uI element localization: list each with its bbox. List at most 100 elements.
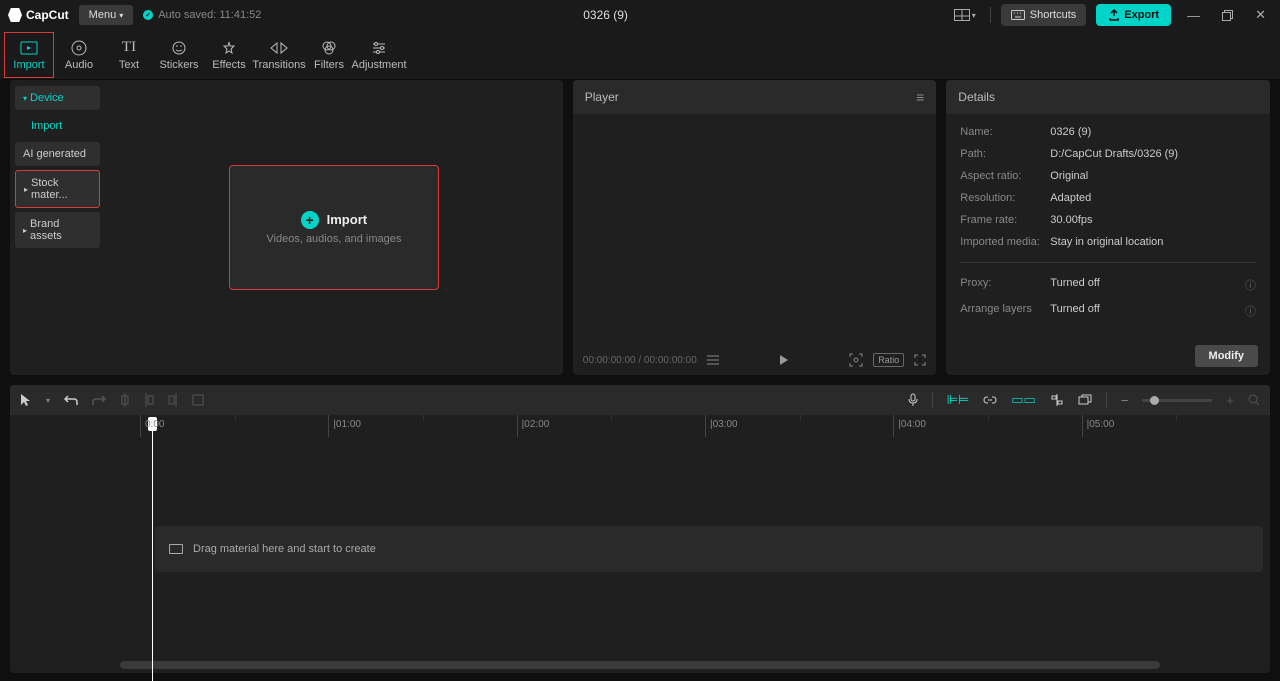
tab-import[interactable]: Import — [4, 32, 54, 78]
detail-aspect-value: Original — [1050, 170, 1256, 182]
export-icon — [1108, 9, 1120, 21]
info-icon[interactable]: ⓘ — [1245, 303, 1256, 319]
top-tabs: Import Audio TI Text Stickers Effects Tr… — [0, 30, 1280, 80]
details-panel: Details Name:0326 (9) Path:D:/CapCut Dra… — [946, 80, 1270, 375]
detail-arrange-value: Turned off — [1050, 303, 1245, 319]
player-panel: Player ≡ 00:00:00:00 / 00:00:00:00 Ratio — [573, 80, 937, 375]
hamburger-icon[interactable]: ≡ — [916, 89, 924, 105]
app-name: CapCut — [26, 8, 69, 22]
detail-aspect-label: Aspect ratio: — [960, 170, 1050, 182]
sidebar-item-brand-assets[interactable]: ▸Brand assets — [15, 212, 100, 248]
triangle-right-icon: ▸ — [23, 226, 27, 235]
menu-button[interactable]: Menu ▾ — [79, 5, 134, 25]
tab-effects[interactable]: Effects — [204, 32, 254, 78]
detail-framerate-label: Frame rate: — [960, 214, 1050, 226]
zoom-in-button[interactable]: + — [1226, 393, 1234, 408]
play-button[interactable] — [779, 354, 789, 366]
delete-tool[interactable] — [192, 394, 204, 406]
close-button[interactable]: ✕ — [1249, 3, 1272, 27]
player-controls: 00:00:00:00 / 00:00:00:00 Ratio — [573, 345, 937, 375]
shortcuts-button[interactable]: Shortcuts — [1001, 4, 1086, 26]
detail-framerate-value: 30.00fps — [1050, 214, 1256, 226]
media-drop-area: + Import Videos, audios, and images — [105, 80, 563, 375]
tab-audio[interactable]: Audio — [54, 32, 104, 78]
main-area: ▾Device Import AI generated ▸Stock mater… — [0, 80, 1280, 375]
detail-imported-label: Imported media: — [960, 236, 1050, 248]
logo-icon — [8, 8, 22, 22]
sidebar-item-device[interactable]: ▾Device — [15, 86, 100, 110]
export-button[interactable]: Export — [1096, 4, 1171, 26]
scan-icon[interactable] — [849, 353, 863, 367]
trim-left-tool[interactable] — [144, 393, 154, 407]
stickers-icon — [171, 39, 187, 57]
separator — [990, 7, 991, 23]
chevron-down-icon[interactable]: ▾ — [46, 396, 50, 405]
zoom-fit-icon[interactable] — [1248, 394, 1260, 406]
scrollbar-thumb[interactable] — [120, 661, 1160, 669]
autosave-status: Auto saved: 11:41:52 — [143, 9, 261, 21]
align-icon[interactable] — [1050, 394, 1064, 406]
sidebar-item-ai-generated[interactable]: AI generated — [15, 142, 100, 166]
detail-proxy-value: Turned off — [1050, 277, 1245, 293]
media-panel: ▾Device Import AI generated ▸Stock mater… — [10, 80, 563, 375]
triangle-down-icon: ▾ — [23, 94, 27, 103]
ratio-button[interactable]: Ratio — [873, 353, 904, 367]
split-tool[interactable] — [120, 393, 130, 407]
timeline-empty-track[interactable]: Drag material here and start to create — [155, 526, 1263, 572]
titlebar: CapCut Menu ▾ Auto saved: 11:41:52 0326 … — [0, 0, 1280, 30]
redo-button[interactable] — [92, 394, 106, 406]
minimize-button[interactable]: — — [1181, 4, 1206, 27]
preview-icon[interactable]: ▭▭ — [1011, 392, 1036, 408]
sidebar-item-stock-material[interactable]: ▸Stock mater... — [15, 170, 100, 208]
triangle-right-icon: ▸ — [24, 185, 28, 194]
info-icon[interactable]: ⓘ — [1245, 277, 1256, 293]
filters-icon — [321, 39, 337, 57]
timeline-panel: ▾ ⊫⊨ ▭▭ − + 0:00 |01:00 |02:00 |03:00 |0… — [10, 385, 1270, 673]
layout-button[interactable]: ▾ — [950, 5, 980, 25]
layers-icon[interactable] — [1078, 394, 1092, 406]
zoom-out-button[interactable]: − — [1121, 393, 1129, 408]
mic-icon[interactable] — [908, 393, 918, 407]
cursor-tool[interactable] — [20, 393, 32, 407]
ruler-mark: |01:00 — [328, 415, 516, 437]
tab-transitions[interactable]: Transitions — [254, 32, 304, 78]
trim-right-tool[interactable] — [168, 393, 178, 407]
detail-path-label: Path: — [960, 148, 1050, 160]
separator — [960, 262, 1256, 263]
details-header: Details — [946, 80, 1270, 114]
detail-name-value: 0326 (9) — [1050, 126, 1256, 138]
tab-stickers[interactable]: Stickers — [154, 32, 204, 78]
import-dropzone[interactable]: + Import Videos, audios, and images — [229, 165, 439, 290]
magnet-on-icon[interactable]: ⊫⊨ — [947, 392, 970, 408]
detail-arrange-label: Arrange layers — [960, 303, 1050, 319]
timeline-toolbar: ▾ ⊫⊨ ▭▭ − + — [10, 385, 1270, 415]
player-viewport — [573, 114, 937, 345]
tab-adjustment[interactable]: Adjustment — [354, 32, 404, 78]
tab-filters[interactable]: Filters — [304, 32, 354, 78]
timeline-tracks[interactable]: Drag material here and start to create — [10, 437, 1270, 661]
timeline-ruler[interactable]: 0:00 |01:00 |02:00 |03:00 |04:00 |05:00 — [10, 415, 1270, 437]
list-icon[interactable] — [707, 355, 719, 365]
plus-icon: + — [301, 211, 319, 229]
zoom-slider[interactable] — [1142, 399, 1212, 402]
tab-text[interactable]: TI Text — [104, 32, 154, 78]
chevron-down-icon: ▾ — [119, 11, 123, 20]
separator — [932, 392, 933, 408]
ruler-mark: |04:00 — [893, 415, 1081, 437]
ruler-mark: |03:00 — [705, 415, 893, 437]
detail-path-value: D:/CapCut Drafts/0326 (9) — [1050, 148, 1256, 160]
detail-proxy-label: Proxy: — [960, 277, 1050, 293]
undo-button[interactable] — [64, 394, 78, 406]
maximize-button[interactable] — [1216, 6, 1239, 25]
app-logo: CapCut — [8, 8, 69, 22]
ruler-mark: |02:00 — [517, 415, 705, 437]
chevron-down-icon: ▾ — [972, 11, 976, 20]
link-icon[interactable] — [983, 395, 997, 405]
sidebar-item-import[interactable]: Import — [15, 114, 100, 138]
timeline-scrollbar[interactable] — [120, 661, 1160, 669]
detail-resolution-label: Resolution: — [960, 192, 1050, 204]
check-icon — [143, 10, 153, 20]
modify-button[interactable]: Modify — [1195, 345, 1258, 367]
video-track-icon — [169, 544, 183, 554]
fullscreen-icon[interactable] — [914, 354, 926, 366]
